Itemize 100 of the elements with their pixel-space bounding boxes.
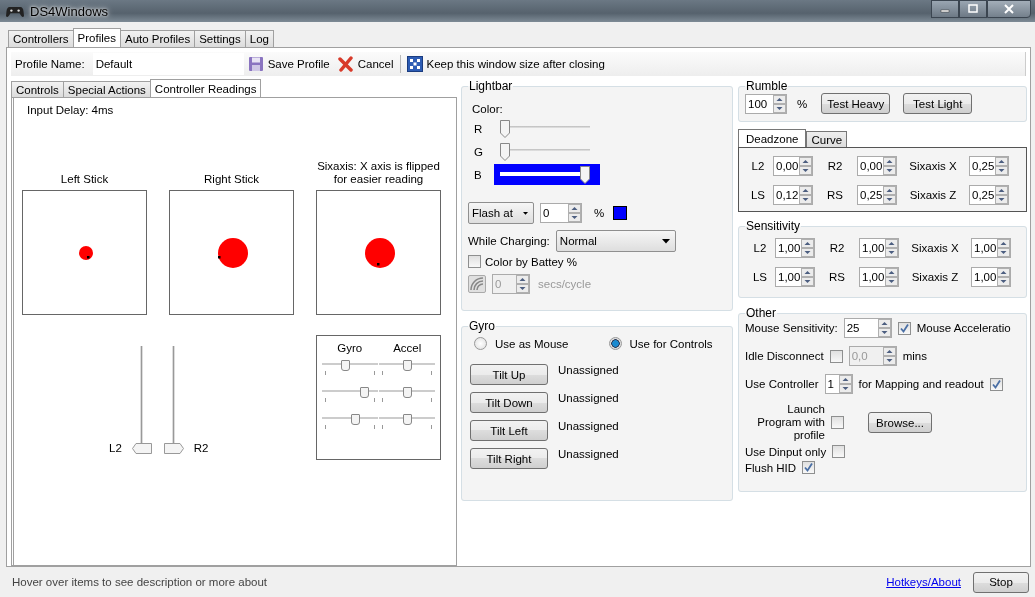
checkbox[interactable] xyxy=(989,377,1003,391)
slider-thumb[interactable] xyxy=(350,414,360,425)
group-title: Rumble xyxy=(745,79,789,93)
group-title: Lightbar xyxy=(468,79,514,93)
checkbox[interactable] xyxy=(832,445,846,458)
tab[interactable]: Controllers xyxy=(8,30,74,47)
slider-thumb[interactable] xyxy=(131,443,152,454)
slider-thumb[interactable] xyxy=(403,387,413,398)
minimize-button[interactable] xyxy=(931,0,959,18)
hotkeys-link[interactable]: Hotkeys/About xyxy=(886,576,961,588)
slider-thumb[interactable] xyxy=(580,165,590,184)
tilt-button[interactable]: Tilt Left xyxy=(470,420,548,441)
number-field[interactable]: 1,00 xyxy=(859,266,899,287)
radio-label: Use as Mouse xyxy=(495,337,569,350)
number-field[interactable]: 1 xyxy=(824,374,853,394)
tab[interactable]: Curve xyxy=(806,131,848,147)
tilt-button[interactable]: Tilt Up xyxy=(470,364,548,385)
field-label: While Charging: xyxy=(468,235,550,247)
checkbox[interactable] xyxy=(897,321,911,335)
number-field[interactable]: 1,00 xyxy=(775,266,815,287)
profile-name-field[interactable]: Default xyxy=(92,53,244,75)
stop-button[interactable]: Stop xyxy=(973,571,1029,593)
number-field[interactable]: 0,25 xyxy=(857,184,897,205)
tab[interactable]: Controller Readings xyxy=(149,79,262,97)
tilt-button[interactable]: Tilt Right xyxy=(470,448,548,469)
spin-arrows-icon[interactable] xyxy=(885,238,898,257)
spin-arrows-icon[interactable] xyxy=(773,94,786,113)
number-field[interactable]: 0,12 xyxy=(773,184,813,205)
checkbox[interactable] xyxy=(468,255,481,268)
field-label: RS xyxy=(826,188,844,201)
spin-arrows-icon[interactable] xyxy=(883,156,896,175)
test-button[interactable]: Test Light xyxy=(903,93,973,114)
column-title: Gyro xyxy=(336,342,364,354)
test-button[interactable]: Test Heavy xyxy=(821,93,891,114)
spin-arrows-icon[interactable] xyxy=(877,319,891,337)
slider-thumb[interactable] xyxy=(403,360,413,371)
channel-label: R xyxy=(474,122,484,135)
spin-arrows-icon[interactable] xyxy=(997,238,1010,257)
tab[interactable]: Log xyxy=(244,30,274,47)
color-swatch[interactable] xyxy=(613,206,628,220)
grid-icon xyxy=(406,56,423,72)
spin-arrows-icon[interactable] xyxy=(799,156,812,175)
number-field[interactable]: 0,00 xyxy=(857,155,897,176)
spin-arrows-icon[interactable] xyxy=(883,185,896,204)
spin-arrows-icon[interactable] xyxy=(997,267,1010,286)
slider-thumb[interactable] xyxy=(500,119,510,138)
radio-button[interactable] xyxy=(474,337,487,350)
browse-button[interactable]: Browse... xyxy=(868,412,932,433)
tab[interactable]: Settings xyxy=(194,30,246,47)
trigger-label: R2 xyxy=(193,442,209,454)
keep-size-button[interactable]: Keep this window size after closing xyxy=(402,53,609,75)
position-marker xyxy=(365,238,395,268)
field-label: Use Controller xyxy=(745,378,819,390)
field-label: L2 xyxy=(750,159,766,172)
radio-button[interactable] xyxy=(608,337,622,350)
spin-arrows-icon[interactable] xyxy=(838,375,852,393)
mapping-value: Unassigned xyxy=(558,420,619,432)
spin-arrows-icon[interactable] xyxy=(801,238,814,257)
spin-arrows-icon[interactable] xyxy=(801,267,814,286)
number-field[interactable]: 1,00 xyxy=(971,237,1011,258)
spin-arrows-icon[interactable] xyxy=(885,267,898,286)
field-label: Sixaxis Z xyxy=(908,188,958,201)
slider-thumb[interactable] xyxy=(163,443,184,454)
field-label: RS xyxy=(828,270,846,283)
cancel-button[interactable]: Cancel xyxy=(333,53,398,75)
gamepad-icon xyxy=(6,4,24,18)
tilt-button[interactable]: Tilt Down xyxy=(470,392,548,413)
checkbox[interactable] xyxy=(802,461,816,474)
number-field[interactable]: 25 xyxy=(843,318,892,338)
close-button[interactable] xyxy=(987,0,1031,18)
number-field[interactable]: 1,00 xyxy=(775,237,815,258)
tab[interactable]: Auto Profiles xyxy=(119,30,196,47)
field-label: Sixaxis Z xyxy=(910,270,960,283)
slider-thumb[interactable] xyxy=(500,142,510,161)
number-field[interactable]: 0,00 xyxy=(773,155,813,176)
tab[interactable]: Special Actions xyxy=(62,81,151,97)
dropdown[interactable]: Normal xyxy=(555,230,676,252)
save-button[interactable]: Save Profile xyxy=(243,53,334,75)
number-field[interactable]: 0,25 xyxy=(969,184,1009,205)
number-field[interactable]: 0 xyxy=(540,203,582,223)
tab[interactable]: Profiles xyxy=(72,28,121,47)
spin-arrows-icon[interactable] xyxy=(995,185,1008,204)
slider-thumb[interactable] xyxy=(340,360,350,371)
slider-thumb[interactable] xyxy=(403,414,413,425)
spin-arrows-icon[interactable] xyxy=(799,185,812,204)
tab[interactable]: Controls xyxy=(11,81,64,97)
spin-arrows-icon[interactable] xyxy=(568,204,581,222)
number-field[interactable]: 0,25 xyxy=(969,155,1009,176)
dropdown[interactable]: Flash at xyxy=(468,202,534,224)
field-label: R2 xyxy=(828,241,846,254)
number-field[interactable]: 100 xyxy=(745,93,787,114)
number-field[interactable]: 1,00 xyxy=(859,237,899,258)
close-icon xyxy=(1004,4,1014,14)
maximize-button[interactable] xyxy=(959,0,987,18)
number-field[interactable]: 1,00 xyxy=(971,266,1011,287)
field-label: L2 xyxy=(752,241,768,254)
tab[interactable]: Deadzone xyxy=(738,129,807,147)
checkbox[interactable] xyxy=(831,416,844,429)
spin-arrows-icon[interactable] xyxy=(995,156,1008,175)
slider-thumb[interactable] xyxy=(360,387,370,398)
